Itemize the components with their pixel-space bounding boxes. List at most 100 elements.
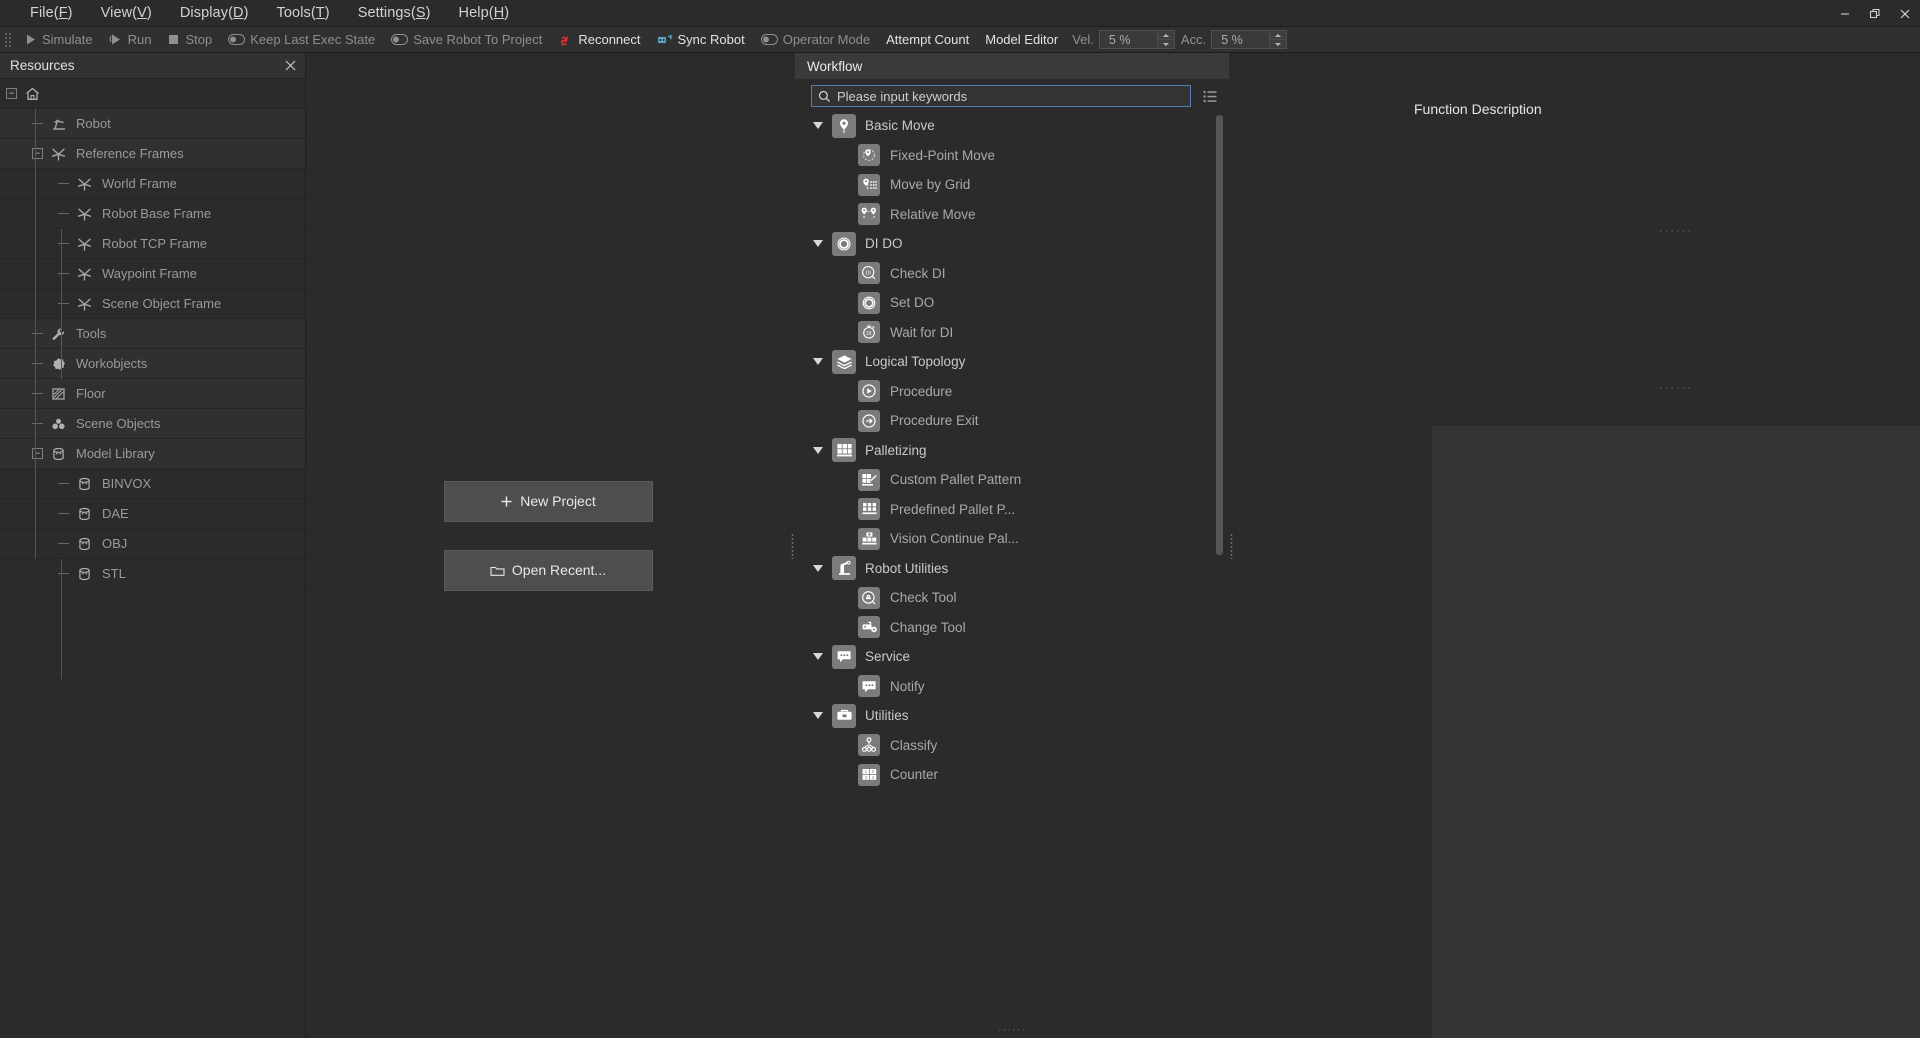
close-button[interactable] <box>1890 0 1920 27</box>
caret-down-icon[interactable] <box>813 446 823 454</box>
workflow-category[interactable]: Palletizing <box>803 436 1229 466</box>
close-icon[interactable] <box>281 57 299 75</box>
menu-item-settings[interactable]: Settings(S) <box>348 2 441 24</box>
maximize-button[interactable] <box>1860 0 1890 27</box>
open-recent-label: Open Recent... <box>511 562 607 578</box>
tree-row[interactable]: − Model Library <box>0 439 305 469</box>
workflow-category[interactable]: Logical Topology <box>803 347 1229 377</box>
tree-row[interactable]: − Reference Frames <box>0 139 305 169</box>
list-view-icon[interactable] <box>1199 85 1221 107</box>
velocity-arrows[interactable] <box>1156 31 1174 48</box>
tree-row[interactable]: Tools <box>0 319 305 349</box>
workflow-node-item[interactable]: Procedure Exit <box>803 406 1229 436</box>
caret-down-icon[interactable] <box>813 240 823 248</box>
workflow-node-item[interactable]: Procedure <box>803 377 1229 407</box>
workflow-scrollbar-thumb[interactable] <box>1216 115 1223 555</box>
tree-row[interactable]: Robot Base Frame <box>0 199 305 229</box>
circle-io-icon <box>832 231 856 256</box>
workflow-node-item[interactable]: Move by Grid <box>803 170 1229 200</box>
tree-collapse-icon[interactable]: − <box>32 448 43 459</box>
menu-item-help[interactable]: Help(H) <box>449 2 520 24</box>
caret-down-icon[interactable] <box>813 122 823 130</box>
caret-down-icon[interactable] <box>813 653 823 661</box>
velocity-increment-button[interactable] <box>1157 31 1174 40</box>
menu-item-file[interactable]: File(F) <box>20 2 83 24</box>
tree-row[interactable]: − <box>0 79 305 109</box>
velocity-decrement-button[interactable] <box>1157 40 1174 48</box>
velocity-spinner[interactable]: 5 % <box>1098 30 1175 49</box>
tree-row[interactable]: STL <box>0 559 305 589</box>
workflow-node-item[interactable]: Notify <box>803 672 1229 702</box>
simulate-label: Simulate <box>42 32 93 47</box>
workflow-node-item[interactable]: DI Check DI <box>803 259 1229 289</box>
tree-row[interactable]: Robot <box>0 109 305 139</box>
workflow-node-item[interactable]: Change Tool <box>803 613 1229 643</box>
menu-item-display[interactable]: Display(D) <box>170 2 259 24</box>
new-project-button[interactable]: New Project <box>443 480 653 522</box>
workflow-category[interactable]: Robot Utilities <box>803 554 1229 584</box>
stop-label: Stop <box>185 32 213 47</box>
tree-row[interactable]: BINVOX <box>0 469 305 499</box>
simulate-button[interactable]: Simulate <box>16 29 101 51</box>
tree-row[interactable]: Scene Object Frame <box>0 289 305 319</box>
reconnect-button[interactable]: Reconnect <box>550 29 648 51</box>
tree-row[interactable]: OBJ <box>0 529 305 559</box>
viewport-3d[interactable]: New Project Open Recent... <box>306 53 790 1038</box>
workflow-node-item[interactable]: 1 2 3 4 Counter <box>803 760 1229 790</box>
workflow-node-item[interactable]: Predefined Pallet P... <box>803 495 1229 525</box>
workflow-node-item[interactable]: Relative Move <box>803 200 1229 230</box>
tree-branch-line <box>58 513 69 514</box>
sync-robot-button[interactable]: Sync Robot <box>649 29 753 51</box>
workflow-search-box[interactable] <box>811 85 1191 107</box>
workflow-category[interactable]: Service <box>803 642 1229 672</box>
toolbox-icon <box>832 703 856 728</box>
velocity-value[interactable]: 5 % <box>1100 31 1157 48</box>
caret-down-icon[interactable] <box>813 564 823 572</box>
tree-row[interactable]: Waypoint Frame <box>0 259 305 289</box>
acceleration-spinner[interactable]: 5 % <box>1211 30 1288 49</box>
workflow-node-item[interactable]: Fixed-Point Move <box>803 141 1229 171</box>
save-robot-to-project-toggle[interactable]: Save Robot To Project <box>383 29 550 51</box>
workflow-node-item[interactable]: DI Wait for DI <box>803 318 1229 348</box>
model-editor-button[interactable]: Model Editor <box>977 29 1066 51</box>
tree-collapse-icon[interactable]: − <box>6 88 17 99</box>
menu-item-tools[interactable]: Tools(T) <box>267 2 340 24</box>
minimize-button[interactable] <box>1830 0 1860 27</box>
run-icon <box>109 33 123 46</box>
workflow-category[interactable]: DI DO <box>803 229 1229 259</box>
tree-row[interactable]: Scene Objects <box>0 409 305 439</box>
keep-last-exec-state-toggle[interactable]: Keep Last Exec State <box>220 29 383 51</box>
tree-row[interactable]: DAE <box>0 499 305 529</box>
operator-mode-toggle[interactable]: Operator Mode <box>753 29 878 51</box>
menu-item-view[interactable]: View(V) <box>91 2 162 24</box>
open-recent-button[interactable]: Open Recent... <box>443 549 653 591</box>
workflow-node-item[interactable]: Custom Pallet Pattern <box>803 465 1229 495</box>
workflow-node-item[interactable]: Set DO <box>803 288 1229 318</box>
workflow-scrollbar-track[interactable] <box>1216 115 1223 1020</box>
palletizing-icon <box>832 438 856 463</box>
stop-button[interactable]: Stop <box>159 29 220 51</box>
search-input[interactable] <box>837 88 1184 104</box>
service-icon <box>832 644 856 669</box>
acceleration-decrement-button[interactable] <box>1270 40 1287 48</box>
tree-row[interactable]: Robot TCP Frame <box>0 229 305 259</box>
acceleration-arrows[interactable] <box>1269 31 1287 48</box>
run-button[interactable]: Run <box>101 29 160 51</box>
tree-collapse-icon[interactable]: − <box>32 148 43 159</box>
workflow-node-item[interactable]: Classify <box>803 731 1229 761</box>
caret-down-icon[interactable] <box>813 358 823 366</box>
acceleration-increment-button[interactable] <box>1270 31 1287 40</box>
workflow-category[interactable]: Utilities <box>803 701 1229 731</box>
toolbar-grip[interactable] <box>4 30 13 49</box>
workflow-category[interactable]: Basic Move <box>803 111 1229 141</box>
tree-row[interactable]: World Frame <box>0 169 305 199</box>
toggle-off-icon <box>228 34 246 45</box>
caret-down-icon[interactable] <box>813 712 823 720</box>
tree-row[interactable]: Floor <box>0 379 305 409</box>
workflow-node-item[interactable]: Check Tool <box>803 583 1229 613</box>
workflow-node-list[interactable]: Basic Move Fixed-Point Move Move by Grid Re… <box>795 111 1229 1024</box>
attempt-count-button[interactable]: Attempt Count <box>878 29 977 51</box>
workflow-node-item[interactable]: Vision Continue Pal... <box>803 524 1229 554</box>
acceleration-value[interactable]: 5 % <box>1212 31 1269 48</box>
tree-row[interactable]: Workobjects <box>0 349 305 379</box>
